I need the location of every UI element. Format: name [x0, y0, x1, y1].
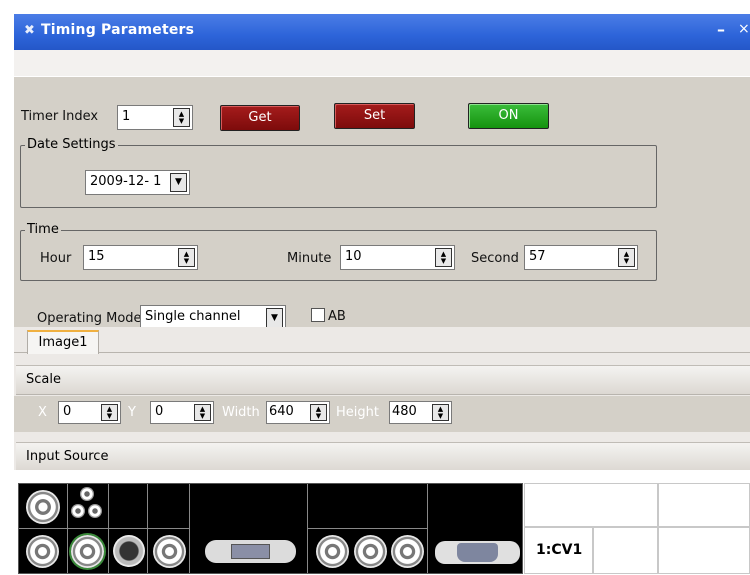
spinner-arrows-icon[interactable]: ▲ ▼ — [173, 108, 190, 127]
operating-mode-value: Single channel — [145, 309, 241, 324]
operating-mode-label: Operating Mode — [37, 311, 142, 326]
minute-value: 10 — [345, 249, 362, 264]
tab-strip — [14, 327, 750, 353]
hour-label: Hour — [40, 251, 72, 266]
time-group: Time Hour 15 ▲ ▼ Minute 10 ▲ ▼ Second 57 ▲… — [20, 222, 657, 281]
hour-value: 15 — [88, 249, 105, 264]
x-value: 0 — [63, 404, 72, 419]
set-button[interactable]: Set — [334, 103, 415, 129]
date-value: 2009-12- 1 — [90, 174, 162, 189]
app-icon: ✖ — [24, 23, 35, 38]
second-spinner[interactable]: 57 ▲ ▼ — [524, 245, 638, 270]
scale-title: Scale — [26, 372, 61, 387]
spinner-arrows-icon[interactable]: ▲ ▼ — [178, 248, 195, 267]
y-label: Y — [128, 405, 136, 420]
hour-spinner[interactable]: 15 ▲ ▼ — [83, 245, 198, 270]
source-grid: 1:CV1 — [524, 483, 750, 574]
x-spinner[interactable]: 0 ▲ ▼ — [58, 401, 121, 424]
second-value: 57 — [529, 249, 546, 264]
minute-spinner[interactable]: 10 ▲ ▼ — [340, 245, 455, 270]
second-label: Second — [471, 251, 519, 266]
input-source-area: 1:CV1 — [14, 470, 750, 575]
scale-header: Scale — [16, 365, 750, 395]
s-video-connector-icon[interactable] — [113, 535, 145, 567]
date-picker[interactable]: 2009-12- 1 ▼ — [85, 170, 190, 195]
scale-row: X 0 ▲ ▼ Y 0 ▲ ▼ Width 640 ▲ ▼ Height 480 ▲ ▼ — [14, 396, 750, 432]
input-source-header: Input Source — [16, 442, 750, 472]
width-spinner[interactable]: 640 ▲ ▼ — [266, 401, 330, 424]
timing-parameters-window: ✖ Timing Parameters – × Timer Index 1 ▲ ▼… — [14, 14, 750, 575]
connector-panel — [18, 483, 523, 574]
component-connector-icon[interactable] — [80, 487, 94, 501]
height-spinner[interactable]: 480 ▲ ▼ — [389, 401, 452, 424]
date-settings-legend: Date Settings — [25, 137, 118, 152]
close-button[interactable]: × — [738, 21, 750, 37]
spinner-arrows-icon[interactable]: ▲ ▼ — [432, 404, 449, 421]
source-cell[interactable] — [658, 483, 750, 527]
timer-index-spinner[interactable]: 1 ▲ ▼ — [117, 105, 193, 130]
timer-index-label: Timer Index — [21, 109, 99, 124]
time-legend: Time — [25, 222, 61, 237]
bnc-connector-icon[interactable] — [153, 535, 186, 568]
tab-image1[interactable]: Image1 — [27, 330, 99, 354]
input-source-title: Input Source — [26, 449, 109, 464]
dropdown-arrow-icon[interactable]: ▼ — [266, 308, 283, 328]
bnc-connector-icon[interactable] — [26, 490, 60, 524]
source-cell[interactable] — [593, 527, 658, 574]
component-connector-icon[interactable] — [88, 504, 102, 518]
bnc-connector-icon[interactable] — [316, 535, 349, 568]
date-settings-group: Date Settings 2009-12- 1 ▼ — [20, 137, 657, 208]
component-connector-icon[interactable] — [71, 504, 85, 518]
spinner-arrows-icon[interactable]: ▲ ▼ — [101, 404, 118, 421]
bnc-connector-icon[interactable] — [26, 535, 59, 568]
vga-connector-icon[interactable] — [435, 541, 520, 564]
ab-label: AB — [328, 309, 346, 324]
minute-label: Minute — [287, 251, 332, 266]
spinner-arrows-icon[interactable]: ▲ ▼ — [435, 248, 452, 267]
source-cell[interactable] — [658, 527, 750, 574]
window-title: Timing Parameters — [41, 22, 195, 38]
minimize-button[interactable]: – — [717, 20, 725, 39]
bnc-connector-icon[interactable] — [354, 535, 387, 568]
spinner-arrows-icon[interactable]: ▲ ▼ — [618, 248, 635, 267]
ab-checkbox[interactable] — [311, 308, 325, 322]
get-button[interactable]: Get — [220, 105, 300, 131]
on-button[interactable]: ON — [468, 103, 549, 129]
dvi-connector-icon[interactable] — [205, 540, 296, 563]
height-label: Height — [336, 405, 379, 420]
width-label: Width — [222, 405, 260, 420]
settings-panel: Timer Index 1 ▲ ▼ Get Set ON Date Setting… — [14, 77, 750, 347]
timer-index-value: 1 — [122, 109, 131, 124]
y-value: 0 — [155, 404, 164, 419]
height-value: 480 — [392, 404, 417, 419]
y-spinner[interactable]: 0 ▲ ▼ — [150, 401, 214, 424]
spinner-arrows-icon[interactable]: ▲ ▼ — [194, 404, 211, 421]
title-bar[interactable]: ✖ Timing Parameters – × — [14, 14, 750, 50]
bnc-connector-icon[interactable] — [391, 535, 424, 568]
x-label: X — [38, 405, 47, 420]
menu-bar — [14, 50, 750, 77]
dropdown-arrow-icon[interactable]: ▼ — [170, 173, 187, 192]
selected-source-cell[interactable]: 1:CV1 — [524, 527, 593, 574]
source-cell[interactable] — [524, 483, 658, 527]
bnc-connector-selected-icon[interactable] — [71, 535, 104, 568]
width-value: 640 — [269, 404, 294, 419]
spinner-arrows-icon[interactable]: ▲ ▼ — [310, 404, 327, 421]
